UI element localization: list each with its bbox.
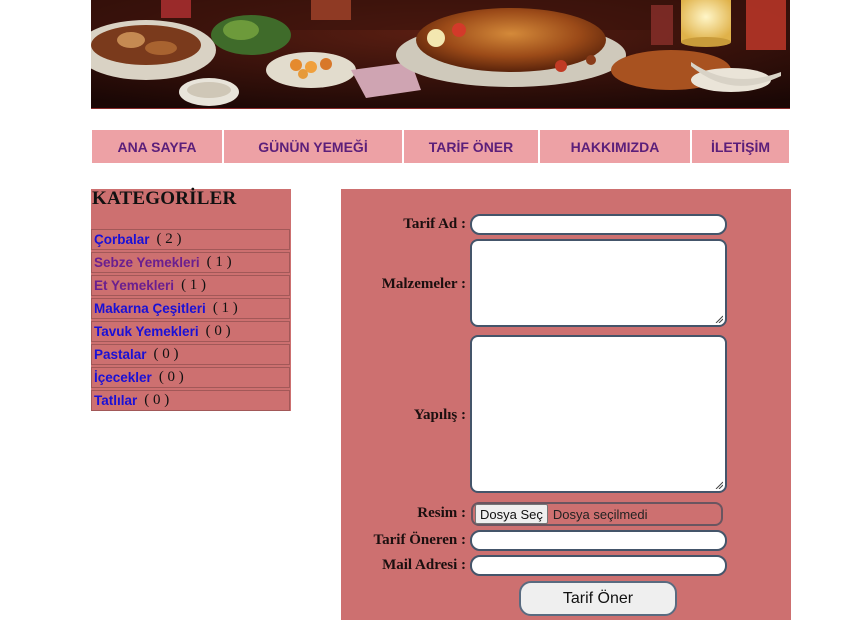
category-row: İçecekler ( 0 ): [91, 367, 290, 388]
ingredients-label: Malzemeler :: [381, 276, 466, 292]
file-status-text: Dosya seçilmedi: [552, 506, 648, 522]
category-link-chicken-dishes[interactable]: Tavuk Yemekleri: [94, 324, 199, 339]
submit-recipe-button[interactable]: Tarif Öner: [519, 581, 677, 616]
category-count: ( 2 ): [156, 231, 182, 247]
author-label: Tarif Öneren :: [373, 532, 467, 548]
category-row: Makarna Çeşitleri ( 1 ): [91, 298, 290, 319]
nav-item-about[interactable]: HAKKIMIZDA: [540, 130, 690, 163]
preparation-label: Yapılış :: [413, 407, 466, 423]
category-link-meat-dishes[interactable]: Et Yemekleri: [94, 278, 174, 293]
category-count: ( 1 ): [181, 277, 207, 293]
category-link-soups[interactable]: Çorbalar: [94, 232, 150, 247]
image-label: Resim :: [417, 505, 466, 521]
category-link-drinks[interactable]: İçecekler: [94, 370, 152, 385]
nav-item-contact[interactable]: İLETİŞİM: [692, 130, 789, 163]
category-row: Çorbalar ( 2 ): [91, 229, 290, 250]
header-banner-image: [91, 0, 790, 109]
resize-grip-icon[interactable]: [715, 315, 723, 323]
category-count: ( 0 ): [205, 323, 231, 339]
resize-grip-icon[interactable]: [715, 481, 723, 489]
nav-item-suggest-recipe[interactable]: TARİF ÖNER: [404, 130, 538, 163]
recipe-name-input[interactable]: [470, 214, 727, 235]
category-count: ( 0 ): [153, 346, 179, 362]
author-input[interactable]: [470, 530, 727, 551]
email-input[interactable]: [470, 555, 727, 576]
category-count: ( 1 ): [206, 254, 232, 270]
category-row: Pastalar ( 0 ): [91, 344, 290, 365]
categories-title: KATEGORİLER: [92, 188, 237, 209]
category-link-cakes[interactable]: Pastalar: [94, 347, 147, 362]
category-row: Sebze Yemekleri ( 1 ): [91, 252, 290, 273]
category-count: ( 0 ): [158, 369, 184, 385]
nav-item-home[interactable]: ANA SAYFA: [92, 130, 222, 163]
category-link-desserts[interactable]: Tatlılar: [94, 393, 137, 408]
category-row: Tatlılar ( 0 ): [91, 390, 290, 411]
preparation-textarea[interactable]: [470, 335, 727, 493]
category-count: ( 1 ): [212, 300, 238, 316]
recipe-name-label: Tarif Ad :: [403, 216, 466, 232]
category-link-pasta[interactable]: Makarna Çeşitleri: [94, 301, 206, 316]
choose-file-button[interactable]: Dosya Seç: [475, 504, 548, 524]
image-file-input: Dosya Seç Dosya seçilmedi: [471, 502, 723, 526]
nav-item-dish-of-the-day[interactable]: GÜNÜN YEMEĞİ: [224, 130, 402, 163]
ingredients-textarea[interactable]: [470, 239, 727, 327]
email-label: Mail Adresi :: [382, 557, 466, 573]
category-row: Et Yemekleri ( 1 ): [91, 275, 290, 296]
category-link-vegetable-dishes[interactable]: Sebze Yemekleri: [94, 255, 200, 270]
category-count: ( 0 ): [144, 392, 170, 408]
category-row: Tavuk Yemekleri ( 0 ): [91, 321, 290, 342]
